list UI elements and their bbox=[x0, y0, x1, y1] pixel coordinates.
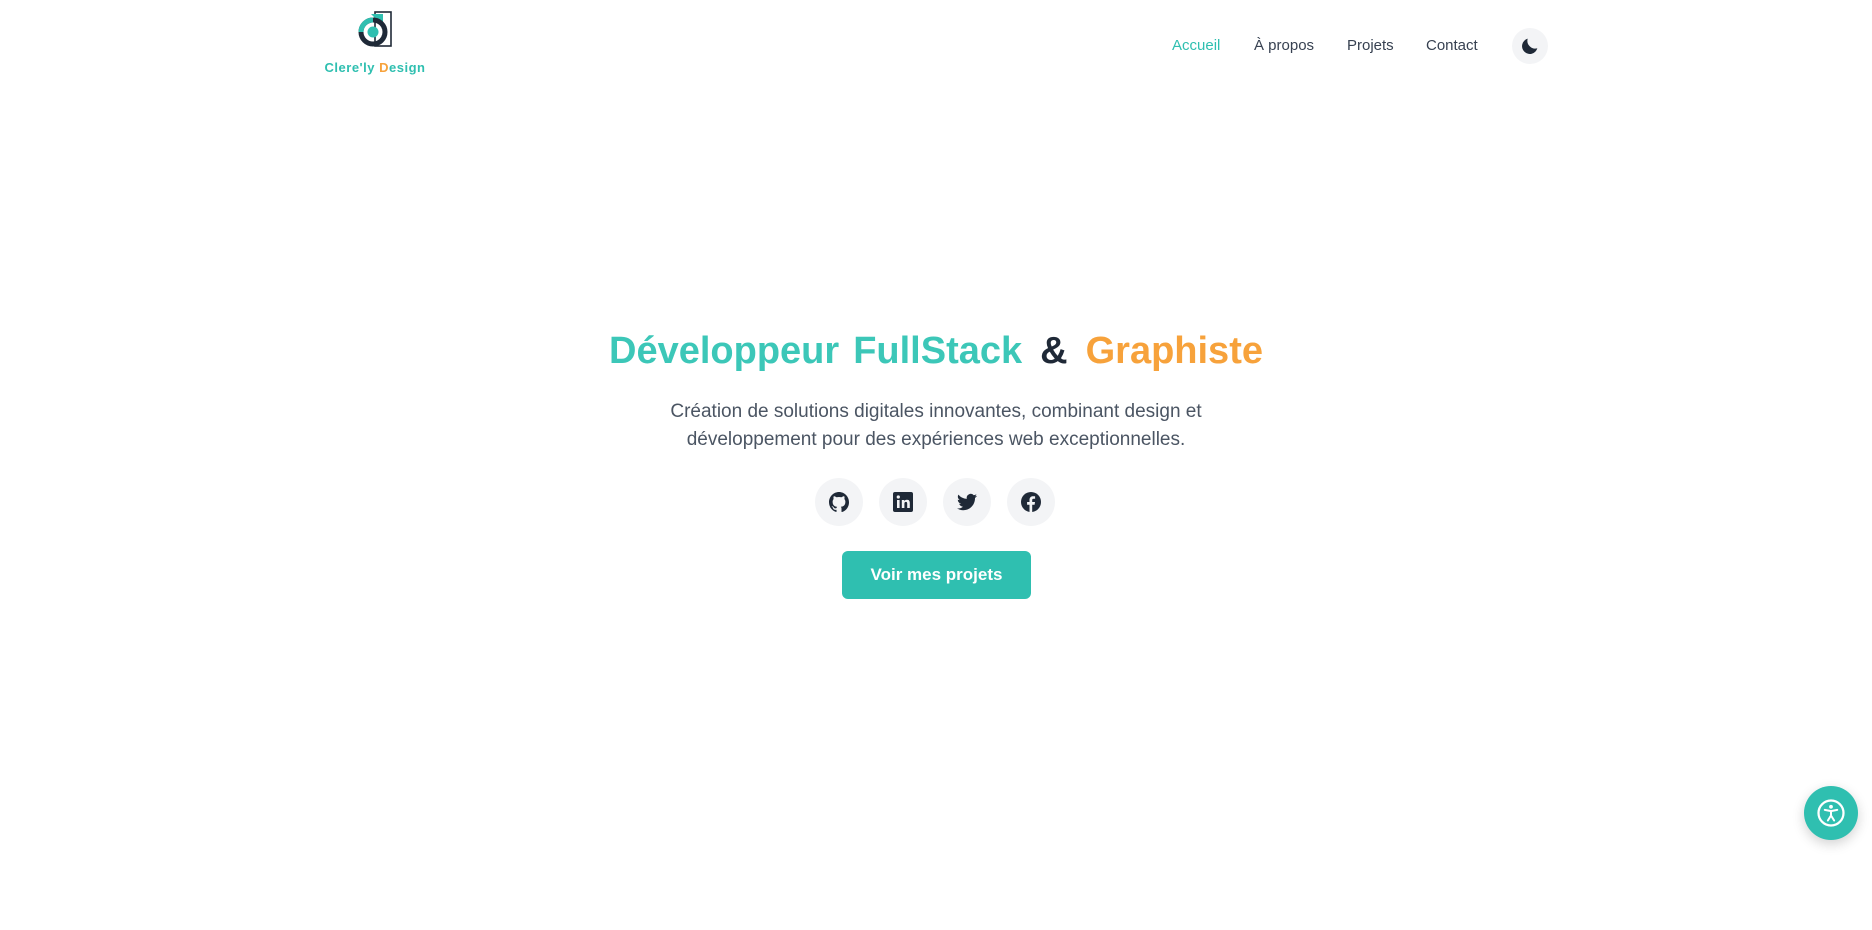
hero-title-graphiste: Graphiste bbox=[1085, 330, 1263, 372]
nav-link-a-propos[interactable]: À propos bbox=[1254, 37, 1314, 54]
moon-icon bbox=[1522, 38, 1538, 54]
hero-title: Développeur FullStack & Graphiste bbox=[0, 330, 1872, 373]
theme-toggle-button[interactable] bbox=[1512, 28, 1548, 64]
linkedin-link[interactable] bbox=[879, 478, 927, 526]
page: Clere'ly Design Accueil À propos Projets… bbox=[0, 0, 1872, 930]
hero-subtitle-line2: développement pour des expériences web e… bbox=[686, 429, 1186, 450]
nav-link-accueil[interactable]: Accueil bbox=[1172, 37, 1220, 54]
hero-title-developpeur: Développeur bbox=[609, 330, 840, 372]
logo-text-part1: Clere'ly bbox=[324, 60, 380, 75]
twitter-icon bbox=[957, 493, 977, 511]
facebook-icon bbox=[1021, 492, 1041, 512]
logo-text: Clere'ly Design bbox=[325, 60, 426, 75]
github-icon bbox=[829, 492, 850, 512]
hero-title-ampersand: & bbox=[1040, 330, 1068, 372]
hero-subtitle-line1: Création de solutions digitales innovant… bbox=[670, 401, 1202, 422]
nav-link-contact[interactable]: Contact bbox=[1426, 37, 1478, 54]
logo-text-part2: D bbox=[379, 60, 389, 75]
github-link[interactable] bbox=[815, 478, 863, 526]
social-links bbox=[815, 478, 1055, 526]
hero-title-fullstack: FullStack bbox=[853, 330, 1023, 372]
twitter-link[interactable] bbox=[943, 478, 991, 526]
logo-text-part3: esign bbox=[389, 60, 426, 75]
logo-mark-icon bbox=[358, 11, 392, 47]
facebook-link[interactable] bbox=[1007, 478, 1055, 526]
hero-subtitle: Création de solutions digitales innovant… bbox=[636, 398, 1236, 454]
view-projects-button[interactable]: Voir mes projets bbox=[842, 551, 1031, 599]
linkedin-icon bbox=[893, 492, 913, 512]
nav-link-projets[interactable]: Projets bbox=[1347, 37, 1394, 54]
site-header: Clere'ly Design Accueil À propos Projets… bbox=[0, 0, 1872, 92]
accessibility-button[interactable] bbox=[1804, 786, 1858, 840]
site-logo[interactable]: Clere'ly Design bbox=[325, 10, 425, 80]
accessibility-icon bbox=[1817, 799, 1845, 827]
